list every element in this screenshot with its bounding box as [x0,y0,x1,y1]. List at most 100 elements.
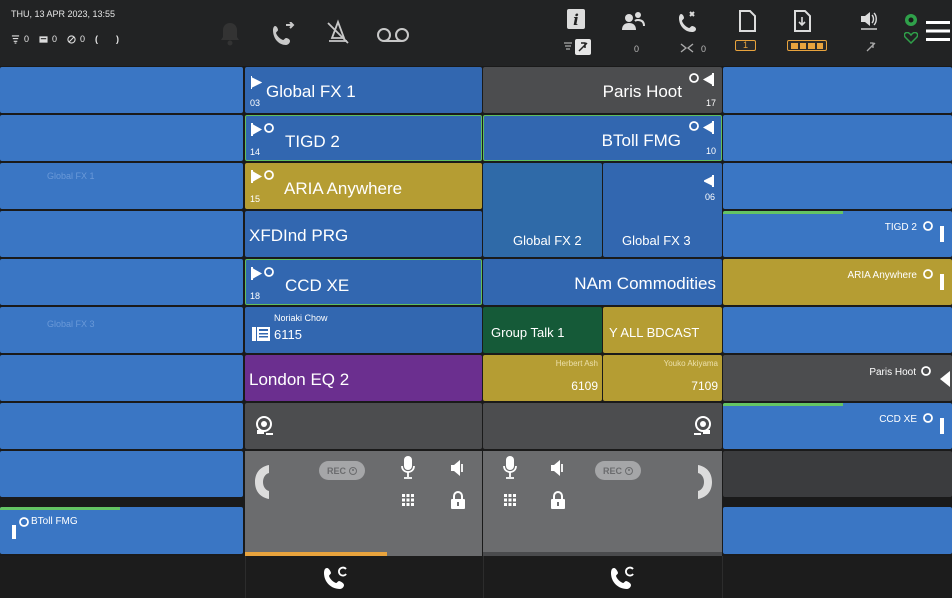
left-key-9[interactable] [0,451,243,497]
keypad-icon[interactable] [504,494,516,506]
message-icon [39,35,48,43]
speaker-line-icon [251,267,274,280]
center-key-ccd-xe[interactable]: 18 CCD XE [245,259,482,305]
hoot-active-icon [923,413,944,434]
volume-icon[interactable] [550,459,564,477]
right-key-1[interactable] [723,67,952,113]
mic-off-icon [865,41,877,53]
document-icon[interactable] [738,10,756,32]
bracket-right: ) [116,34,120,44]
intercom-icon [252,327,270,341]
bracket-left: ( [95,34,99,44]
left-key-2[interactable] [0,115,243,161]
center-key-y-all-bdcast[interactable]: Y ALL BDCAST [603,307,722,353]
split-icon [680,43,694,53]
right-key-3[interactable] [723,163,952,209]
key-grid: Global FX 1 Global FX 3 BToll FMG 03 Glo… [0,66,952,556]
center-key-contact-youko[interactable]: Youko Akiyama 7109 [603,355,722,401]
blocked-icon [67,34,76,44]
center-key-group-talk-1[interactable]: Group Talk 1 [483,307,602,353]
center-key-contact-herbert[interactable]: Herbert Ash 6109 [483,355,602,401]
right-key-9[interactable] [723,451,952,497]
record-button[interactable]: REC [319,461,365,480]
center-key-btoll-fmg[interactable]: BToll FMG 10 [483,115,722,161]
center-key-contact-noriaki[interactable]: Noriaki Chow 6115 [245,307,482,353]
top-bar: THU, 13 APR 2023, 13:55 0 0 0 ( ) i 0 0 … [0,0,952,66]
left-key-3[interactable]: Global FX 1 [0,163,243,209]
call-left-icon[interactable] [322,565,350,591]
speaker-line-icon [251,76,262,89]
bottom-bar [0,556,952,598]
voicemail-icon[interactable] [376,27,410,43]
speaker-icon[interactable] [859,10,879,30]
center-key-nam-commodities[interactable]: NAm Commodities [483,259,722,305]
handset-left-header[interactable] [245,403,482,449]
left-key-10[interactable]: BToll FMG [0,507,243,554]
left-key-7[interactable] [0,355,243,401]
keypad-icon[interactable] [402,494,414,506]
hoot-active-icon [923,269,944,290]
speaker-line-icon [704,175,714,187]
speaker-listen-icon [694,416,711,435]
page-indicator[interactable]: 1 [735,40,756,51]
center-key-xfdind-prg[interactable]: XFDInd PRG [245,211,482,257]
svg-text:i: i [573,11,579,29]
right-key-aria-anywhere[interactable]: ARIA Anywhere [723,259,952,305]
call-transfer-icon[interactable] [676,10,702,34]
left-key-4[interactable] [0,211,243,257]
right-key-10[interactable] [723,507,952,554]
handset-right-header[interactable] [483,403,722,449]
presence-online-icon [904,13,918,27]
group-icon[interactable] [622,11,646,31]
right-key-6[interactable] [723,307,952,353]
record-button[interactable]: REC [595,461,641,480]
right-key-2[interactable] [723,115,952,161]
bell-icon[interactable] [219,21,241,47]
center-key-global-fx-3[interactable]: 06 Global FX 3 [603,163,722,257]
filter-icon [11,34,20,44]
group-count: 0 [634,44,640,54]
lock-icon[interactable] [451,491,465,509]
counter-b: 0 [39,34,57,44]
right-key-paris-hoot[interactable]: Paris Hoot [723,355,952,401]
handset-right-panel: REC [483,451,722,556]
left-key-5[interactable] [0,259,243,305]
speaker-line-icon [251,123,274,136]
right-key-tigd-2[interactable]: TIGD 2 [723,211,952,257]
document-download-icon[interactable] [793,10,811,32]
left-key-6[interactable]: Global FX 3 [0,307,243,353]
call-forward-icon[interactable] [270,22,298,48]
call-right-icon[interactable] [609,565,637,591]
filter-small-icon [563,42,573,52]
speaker-line-icon [251,170,274,183]
hoot-active-icon [923,221,944,242]
left-key-8[interactable] [0,403,243,449]
center-key-london-eq-2[interactable]: London EQ 2 [245,355,482,401]
speaker-listen-icon [256,416,273,435]
volume-level-bar [787,40,827,51]
lock-icon[interactable] [551,491,565,509]
menu-icon[interactable] [926,20,950,42]
handset-left-icon[interactable] [253,463,271,501]
counter-c: 0 [67,34,85,44]
counter-a: 0 [11,34,29,44]
info-icon[interactable]: i [567,9,585,29]
center-key-global-fx-2[interactable]: Global FX 2 [483,163,602,257]
center-key-tigd-2[interactable]: 14 TIGD 2 [245,115,482,161]
do-not-disturb-icon[interactable] [325,19,351,47]
center-key-paris-hoot[interactable]: Paris Hoot 17 [483,67,722,113]
mute-mic-icon[interactable] [575,39,591,55]
transfer-count: 0 [701,44,707,54]
center-key-aria-anywhere[interactable]: 15 ARIA Anywhere [245,163,482,209]
speaker-line-icon [689,73,714,86]
handset-right-icon[interactable] [696,463,714,501]
heart-icon [904,32,918,44]
volume-icon[interactable] [450,459,464,477]
left-key-1[interactable] [0,67,243,113]
handset-left-panel: REC [245,451,482,556]
right-key-ccd-xe[interactable]: CCD XE [723,403,952,449]
center-key-global-fx-1[interactable]: 03 Global FX 1 [245,67,482,113]
microphone-icon[interactable] [503,456,517,480]
status-counters: 0 0 0 ( ) [11,34,119,44]
microphone-icon[interactable] [401,456,415,480]
